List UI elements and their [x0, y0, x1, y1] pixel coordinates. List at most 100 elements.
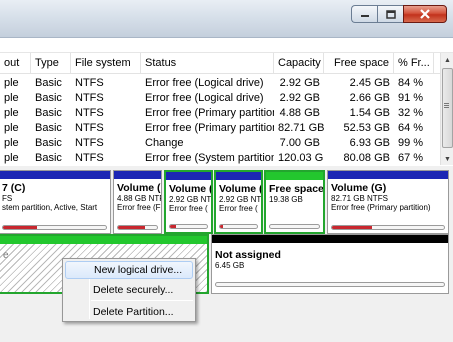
- column-header-free-space[interactable]: Free space: [324, 53, 394, 74]
- cell-layout: ple: [4, 77, 19, 89]
- cell-layout: ple: [4, 152, 19, 164]
- volume-size: 19.38 GB: [269, 195, 303, 204]
- free-space-block[interactable]: Free space 19.38 GB: [264, 170, 325, 234]
- menu-item-label: Delete Partition...: [93, 306, 174, 318]
- cell-type: Basic: [35, 152, 62, 164]
- partition-band: [216, 172, 261, 180]
- cell-file-system: NTFS: [75, 122, 104, 134]
- usage-bar: [331, 225, 445, 230]
- table-row[interactable]: ple Basic NTFS Error free (Logical drive…: [0, 90, 440, 106]
- volume-name: 7 (C): [2, 182, 26, 194]
- column-header-status[interactable]: Status: [141, 53, 274, 74]
- close-button[interactable]: [403, 5, 447, 23]
- cell-free-space: 52.53 GB: [343, 122, 390, 134]
- cell-file-system: NTFS: [75, 77, 104, 89]
- maximize-icon: [385, 9, 396, 19]
- usage-fill: [3, 226, 37, 229]
- cell-percent-free: 84 %: [398, 77, 424, 89]
- cell-file-system: NTFS: [75, 137, 104, 149]
- table-row[interactable]: ple Basic NTFS Error free (Logical drive…: [0, 75, 440, 91]
- usage-fill: [332, 226, 373, 229]
- cell-capacity: 2.92 GB: [279, 92, 320, 104]
- table-row[interactable]: ple Basic NTFS Error free (Primary parti…: [0, 120, 440, 136]
- unallocated-band: [212, 235, 448, 243]
- volume-status: Error free (F: [117, 203, 161, 212]
- cell-type: Basic: [35, 92, 62, 104]
- volume-status: Error free (Primary partition): [331, 203, 431, 212]
- cell-file-system: NTFS: [75, 107, 104, 119]
- partition-band: [328, 171, 448, 179]
- maximize-button[interactable]: [377, 5, 403, 23]
- column-header-capacity[interactable]: Capacity: [274, 53, 324, 74]
- column-header-type[interactable]: Type: [31, 53, 71, 74]
- volume-name: Volume (: [169, 183, 211, 195]
- volume-block-c[interactable]: 7 (C) FS stem partition, Active, Start: [0, 170, 111, 234]
- cell-type: Basic: [35, 137, 62, 149]
- volume-size: 4.88 GB NTF: [117, 194, 161, 203]
- scroll-down-arrow-icon[interactable]: ▼: [441, 152, 453, 165]
- volume-list[interactable]: out Type File system Status Capacity Fre…: [0, 52, 453, 165]
- minimize-button[interactable]: [351, 5, 377, 23]
- usage-bar: [219, 224, 258, 229]
- menu-item-label: New logical drive...: [94, 264, 183, 276]
- table-row[interactable]: ple Basic NTFS Change 7.00 GB 6.93 GB 99…: [0, 135, 440, 151]
- volume-block-selected[interactable]: Volume ( 2.92 GB NT Error free (: [214, 170, 263, 234]
- menu-item-new-logical-drive[interactable]: New logical drive...: [65, 261, 193, 279]
- partition-band: [166, 172, 211, 180]
- cell-percent-free: 67 %: [398, 152, 424, 164]
- unallocated-block[interactable]: Not assigned 6.45 GB: [211, 234, 449, 294]
- cell-free-space: 2.66 GB: [349, 92, 390, 104]
- cell-capacity: 7.00 GB: [279, 137, 320, 149]
- free-space-band: [266, 172, 323, 180]
- cell-free-space: 1.54 GB: [349, 107, 390, 119]
- scrollbar-grip-icon: [444, 103, 449, 104]
- column-header-percent-free[interactable]: % Fr...: [394, 53, 434, 74]
- cell-capacity: 120.03 GB: [278, 152, 324, 164]
- partition-band: [114, 171, 161, 179]
- table-row[interactable]: ple Basic NTFS Error free (Primary parti…: [0, 105, 440, 121]
- cell-layout: ple: [4, 137, 19, 149]
- volume-size: FS: [2, 194, 13, 203]
- vertical-scrollbar[interactable]: ▲ ▼: [440, 53, 453, 165]
- menu-item-label: Delete securely...: [93, 284, 174, 296]
- scroll-up-arrow-icon[interactable]: ▲: [441, 53, 453, 67]
- usage-bar: [169, 224, 208, 229]
- cell-status: Error free (Logical drive): [145, 77, 264, 89]
- cell-free-space: 6.93 GB: [349, 137, 390, 149]
- usage-fill: [118, 226, 145, 229]
- volume-block-selected[interactable]: Volume ( 2.92 GB NT Error free (: [164, 170, 213, 234]
- context-menu: New logical drive... Delete securely... …: [62, 258, 196, 322]
- cell-file-system: NTFS: [75, 152, 104, 164]
- cell-status: Error free (System partition, ...: [145, 152, 274, 164]
- cell-capacity: 4.88 GB: [279, 107, 320, 119]
- volume-name: Volume (G): [331, 182, 387, 194]
- partition-band: [0, 171, 110, 179]
- cell-layout: ple: [4, 122, 19, 134]
- cell-layout: ple: [4, 107, 19, 119]
- volume-block-g[interactable]: Volume (G) 82.71 GB NTFS Error free (Pri…: [327, 170, 449, 234]
- cell-free-space: 2.45 GB: [349, 77, 390, 89]
- column-header-layout[interactable]: out: [0, 53, 31, 74]
- usage-bar: [117, 225, 158, 230]
- usage-bar: [2, 225, 107, 230]
- volume-size: 6.45 GB: [215, 261, 245, 270]
- volume-size: 2.92 GB NT: [169, 195, 211, 204]
- menu-item-delete-partition[interactable]: Delete Partition...: [65, 303, 193, 321]
- usage-fill: [170, 225, 176, 228]
- volume-name: Free space: [269, 183, 323, 195]
- volume-name: Volume (: [219, 183, 261, 195]
- volume-size: 82.71 GB NTFS: [331, 194, 388, 203]
- cell-type: Basic: [35, 122, 62, 134]
- cell-layout: ple: [4, 92, 19, 104]
- column-header-file-system[interactable]: File system: [71, 53, 141, 74]
- volume-block[interactable]: Volume ( 4.88 GB NTF Error free (F: [113, 170, 162, 234]
- cell-status: Change: [145, 137, 184, 149]
- cell-type: Basic: [35, 107, 62, 119]
- table-row[interactable]: ple Basic NTFS Error free (System partit…: [0, 150, 440, 165]
- volume-name: Not assigned: [215, 249, 281, 261]
- cell-capacity: 2.92 GB: [279, 77, 320, 89]
- extended-partition-label: e: [3, 250, 9, 261]
- scrollbar-thumb[interactable]: [442, 68, 453, 148]
- usage-fill: [220, 225, 224, 228]
- menu-item-delete-securely[interactable]: Delete securely...: [65, 281, 193, 299]
